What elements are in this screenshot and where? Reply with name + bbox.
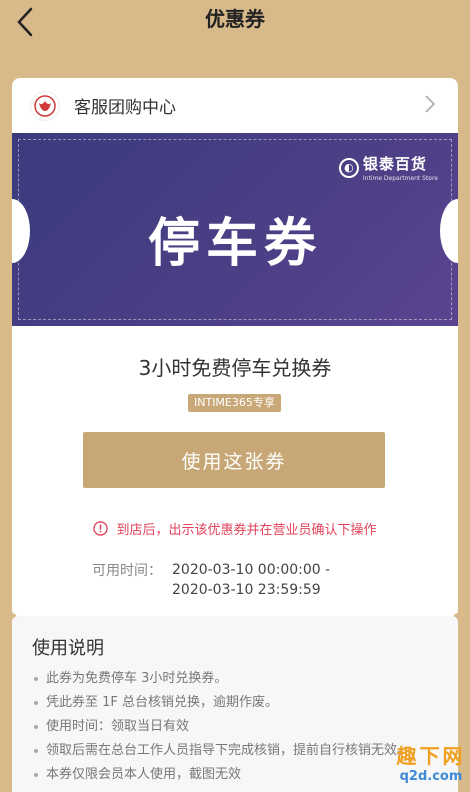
nav-bar: 优惠券 bbox=[0, 0, 470, 56]
valid-time-label: 可用时间： bbox=[92, 563, 162, 579]
shop-row[interactable]: 客服团购中心 bbox=[12, 78, 458, 133]
exclamation-circle-icon bbox=[93, 521, 109, 536]
valid-time-from: 2020-03-10 00:00:00 - bbox=[172, 562, 331, 578]
valid-time: 可用时间： 2020-03-10 00:00:00 - 2020-03-10 2… bbox=[92, 560, 330, 600]
use-coupon-button[interactable]: 使用这张券 bbox=[83, 432, 385, 488]
coupon-banner: ◐ 银泰百货 Intime Department Store 停车券 bbox=[12, 133, 458, 326]
intime-logo-icon bbox=[30, 90, 60, 121]
valid-time-to: 2020-03-10 23:59:59 bbox=[172, 582, 321, 598]
brand-name-cn: 银泰百货 bbox=[362, 155, 427, 173]
brand-logo: ◐ 银泰百货 Intime Department Store bbox=[338, 153, 438, 182]
instruction-item: 领取后需在总台工作人员指导下完成核销，提前自行核销无效。 bbox=[32, 742, 440, 760]
banner-title: 停车券 bbox=[147, 214, 322, 274]
instruction-item: 凭此券至 1F 总台核销兑换，逾期作废。 bbox=[32, 694, 440, 712]
usage-notice-text: 到店后，出示该优惠券并在营业员确认下操作 bbox=[116, 523, 377, 538]
shop-name: 客服团购中心 bbox=[74, 98, 176, 118]
usage-notice: 到店后，出示该优惠券并在营业员确认下操作 bbox=[12, 519, 458, 538]
brand-mark-icon: ◐ bbox=[338, 157, 359, 178]
instruction-item: 本券仅限会员本人使用，截图无效 bbox=[32, 766, 440, 784]
back-button[interactable] bbox=[10, 2, 40, 42]
instructions-list: 此券为免费停车 3小时兑换券。 凭此券至 1F 总台核销兑换，逾期作废。 使用时… bbox=[32, 670, 440, 784]
chevron-right-icon bbox=[425, 95, 436, 113]
page-title: 优惠券 bbox=[205, 6, 265, 31]
coupon-card: 客服团购中心 ◐ 银泰百货 Intime Department Store 停车… bbox=[12, 78, 458, 618]
instruction-item: 此券为免费停车 3小时兑换券。 bbox=[32, 670, 440, 688]
instructions-card: 使用说明 此券为免费停车 3小时兑换券。 凭此券至 1F 总台核销兑换，逾期作废… bbox=[12, 616, 458, 792]
chevron-left-icon bbox=[17, 7, 33, 37]
watermark-en: q2d.com bbox=[399, 769, 463, 784]
watermark-cn: 趣下网 bbox=[396, 744, 466, 768]
instructions-heading: 使用说明 bbox=[32, 638, 104, 659]
instruction-item: 使用时间：领取当日有效 bbox=[32, 718, 440, 736]
site-watermark: 趣下网 q2d.com bbox=[396, 736, 466, 788]
brand-name-en: Intime Department Store bbox=[362, 175, 438, 182]
coupon-tag: INTIME365专享 bbox=[188, 394, 281, 412]
coupon-name: 3小时免费停车兑换券 bbox=[138, 356, 332, 380]
